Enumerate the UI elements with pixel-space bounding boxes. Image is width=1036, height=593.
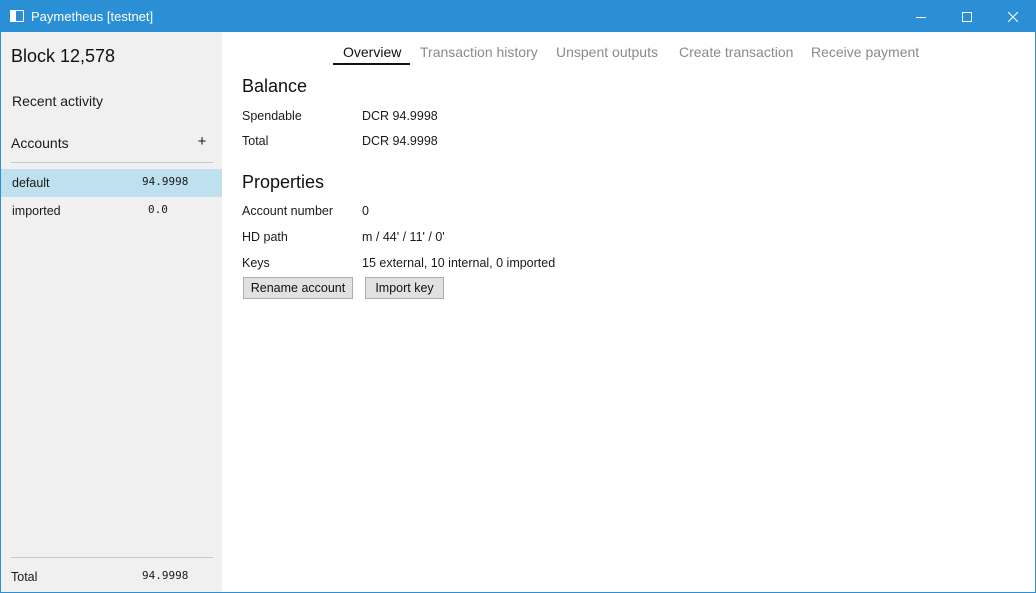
hd-path-label: HD path [242, 230, 288, 244]
block-height: Block 12,578 [11, 46, 116, 66]
minimize-icon [916, 16, 926, 18]
balance-total-label: Total [242, 134, 269, 148]
app-window: Paymetheus [testnet] Block 12,578 Recent… [0, 0, 1036, 593]
balance-total-value: DCR 94.9998 [362, 134, 438, 148]
window-title: Paymetheus [testnet] [31, 9, 154, 24]
import-key-button[interactable]: Import key [365, 277, 444, 299]
spendable-value: DCR 94.9998 [362, 109, 438, 123]
add-account-button[interactable]: + [195, 133, 209, 151]
account-item-default[interactable]: default 94.9998 [1, 169, 222, 197]
total-divider [11, 557, 213, 558]
account-number-label: Account number [242, 204, 334, 218]
tab-transaction-history[interactable]: Transaction history [420, 44, 538, 60]
total-value: 94.9998 [142, 569, 189, 582]
keys-value: 15 external, 10 internal, 0 imported [362, 256, 556, 270]
rename-account-button[interactable]: Rename account [243, 277, 353, 299]
properties-heading: Properties [242, 172, 325, 192]
account-item-imported[interactable]: imported 0.0 [1, 197, 222, 225]
title-bar[interactable]: Paymetheus [testnet] [1, 1, 1035, 32]
active-tab-indicator [333, 63, 410, 65]
close-icon [1008, 11, 1018, 22]
tab-receive-payment[interactable]: Receive payment [811, 44, 919, 60]
tab-overview[interactable]: Overview [343, 44, 401, 60]
minimize-button[interactable] [898, 1, 944, 32]
close-button[interactable] [990, 1, 1036, 32]
recent-activity-link[interactable]: Recent activity [12, 93, 103, 109]
spendable-label: Spendable [242, 109, 302, 123]
maximize-icon [962, 11, 972, 22]
account-number-value: 0 [362, 204, 369, 218]
maximize-button[interactable] [944, 1, 990, 32]
sidebar: Block 12,578 Recent activity Accounts + … [1, 32, 222, 592]
hd-path-value: m / 44' / 11' / 0' [362, 230, 445, 244]
account-balance: 94.9998 [142, 175, 189, 188]
accounts-heading: Accounts [11, 135, 69, 151]
app-icon [10, 10, 24, 22]
accounts-divider [11, 162, 213, 163]
main-content: Overview Transaction history Unspent out… [222, 32, 1035, 592]
account-balance: 0.0 [148, 203, 168, 216]
keys-label: Keys [242, 256, 270, 270]
account-name: default [12, 176, 50, 190]
total-label: Total [11, 570, 38, 584]
balance-heading: Balance [242, 76, 308, 96]
tab-create-transaction[interactable]: Create transaction [679, 44, 793, 60]
account-name: imported [12, 204, 61, 218]
tab-unspent-outputs[interactable]: Unspent outputs [556, 44, 658, 60]
